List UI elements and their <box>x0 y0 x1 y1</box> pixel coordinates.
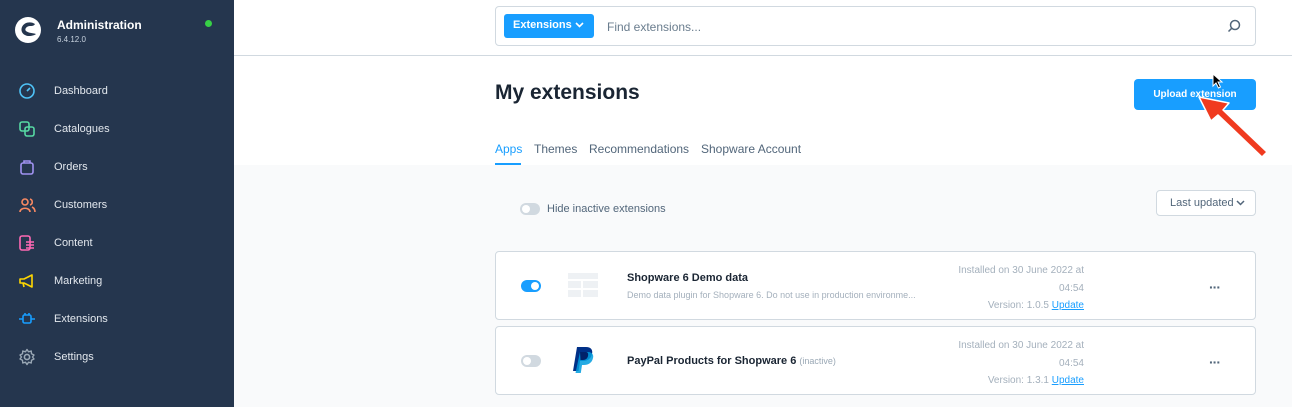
tab-themes[interactable]: Themes <box>534 142 577 156</box>
extension-name-text: PayPal Products for Shopware 6 <box>627 355 797 367</box>
update-link[interactable]: Update <box>1052 300 1084 311</box>
tab-recommendations[interactable]: Recommendations <box>589 142 689 156</box>
sidebar-item-label: Customers <box>54 199 108 211</box>
dashboard-icon <box>19 83 35 99</box>
hide-inactive-toggle[interactable] <box>520 203 540 215</box>
megaphone-icon <box>19 274 33 288</box>
app-title: Administration <box>57 18 142 32</box>
toggle-knob <box>531 282 539 290</box>
installed-time: 04:54 <box>1058 357 1084 369</box>
version-line: Version: 1.0.5 Update <box>916 297 1084 315</box>
extension-card: Shopware 6 Demo data Demo data plugin fo… <box>495 251 1256 320</box>
search-icon[interactable] <box>1227 19 1241 33</box>
sidebar-item-label: Extensions <box>54 313 108 325</box>
app-version: 6.4.12.0 <box>57 35 86 44</box>
sidebar-item-catalogues[interactable]: Catalogues <box>0 110 234 148</box>
update-link[interactable]: Update <box>1052 375 1084 386</box>
sidebar-item-customers[interactable]: Customers <box>0 186 234 224</box>
sidebar-item-label: Content <box>54 237 93 249</box>
version-line: Version: 1.3.1 Update <box>916 372 1084 390</box>
hide-inactive-label: Hide inactive extensions <box>547 203 666 215</box>
toggle-knob <box>522 205 530 213</box>
installed-date: Installed on 30 June 2022 at <box>958 340 1084 351</box>
mouse-cursor-icon <box>1212 73 1224 89</box>
sidebar-item-content[interactable]: Content <box>0 224 234 262</box>
sidebar-item-settings[interactable]: Settings <box>0 338 234 376</box>
installed-time: 04:54 <box>1058 282 1084 294</box>
catalogue-icon <box>19 121 35 137</box>
users-icon <box>19 198 36 213</box>
sidebar-item-dashboard[interactable]: Dashboard <box>0 72 234 110</box>
online-status-dot <box>205 20 212 27</box>
sidebar: Administration 6.4.12.0 Dashboard Catalo… <box>0 0 234 407</box>
top-bar: Extensions Find extensions... <box>234 0 1292 56</box>
sidebar-item-orders[interactable]: Orders <box>0 148 234 186</box>
extension-version: Version: 1.3.1 <box>987 375 1049 386</box>
shopping-bag-icon <box>20 160 34 175</box>
sidebar-item-label: Dashboard <box>54 85 108 97</box>
search-type-dropdown[interactable]: Extensions <box>504 14 594 38</box>
extension-name: Shopware 6 Demo data <box>627 272 748 284</box>
extension-name: PayPal Products for Shopware 6 (inactive… <box>627 355 836 367</box>
chevron-down-icon <box>575 22 584 28</box>
page-title: My extensions <box>495 81 640 104</box>
extension-install-info: Installed on 30 June 2022 at 04:54 Versi… <box>916 262 1084 315</box>
tab-shopware-account[interactable]: Shopware Account <box>701 142 801 156</box>
extension-active-toggle[interactable] <box>521 355 541 367</box>
tab-apps[interactable]: Apps <box>495 142 522 156</box>
extension-active-toggle[interactable] <box>521 280 541 292</box>
sidebar-item-marketing[interactable]: Marketing <box>0 262 234 300</box>
sidebar-item-label: Marketing <box>54 275 103 287</box>
extension-name-text: Shopware 6 Demo data <box>627 272 749 284</box>
extension-description: Demo data plugin for Shopware 6. Do not … <box>627 290 916 300</box>
more-options-icon[interactable]: ··· <box>1209 279 1221 295</box>
toggle-knob <box>523 357 531 365</box>
extension-card: PayPal Products for Shopware 6 (inactive… <box>495 326 1256 395</box>
sidebar-item-extensions[interactable]: Extensions <box>0 300 234 338</box>
content-icon <box>19 235 34 251</box>
brand: Administration 6.4.12.0 <box>14 14 224 50</box>
shopware-logo <box>15 17 41 43</box>
plug-icon <box>19 313 35 324</box>
search-bar[interactable]: Extensions Find extensions... <box>495 6 1256 46</box>
more-options-icon[interactable]: ··· <box>1209 354 1221 370</box>
sidebar-item-label: Orders <box>54 161 88 173</box>
gear-icon <box>19 348 35 366</box>
search-input[interactable]: Find extensions... <box>607 20 701 34</box>
search-type-label: Extensions <box>513 19 572 31</box>
inactive-label: (inactive) <box>799 356 836 366</box>
main-nav: Dashboard Catalogues Orders Customers Co… <box>0 72 234 376</box>
sidebar-item-label: Catalogues <box>54 123 110 135</box>
sort-select-value: Last updated <box>1170 197 1234 209</box>
installed-date: Installed on 30 June 2022 at <box>958 265 1084 276</box>
chevron-down-icon <box>1236 200 1245 206</box>
extension-version: Version: 1.0.5 <box>987 300 1049 311</box>
annotation-arrow-icon <box>1198 96 1268 158</box>
sidebar-item-label: Settings <box>54 351 94 363</box>
extension-install-info: Installed on 30 June 2022 at 04:54 Versi… <box>916 337 1084 390</box>
placeholder-logo-icon <box>568 273 598 297</box>
paypal-logo-icon <box>573 347 594 373</box>
sort-select[interactable]: Last updated <box>1156 190 1256 216</box>
